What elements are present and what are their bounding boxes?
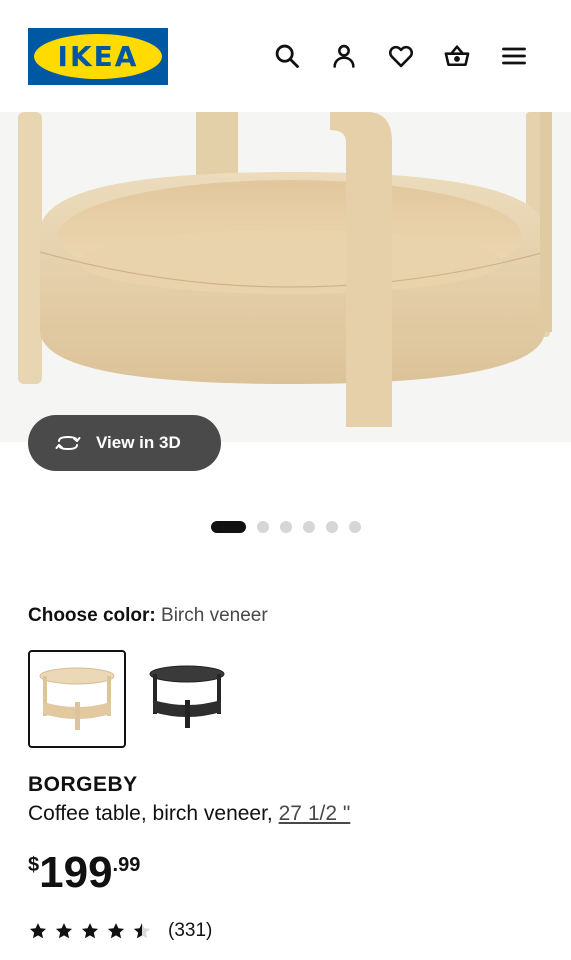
choose-color-heading: Choose color: bbox=[28, 605, 156, 626]
image-carousel-indicator bbox=[211, 521, 361, 533]
basket-icon[interactable] bbox=[441, 40, 473, 72]
heart-icon[interactable] bbox=[385, 40, 417, 72]
star-full-icon bbox=[81, 923, 99, 939]
carousel-dot[interactable] bbox=[303, 521, 315, 533]
carousel-dot-active[interactable] bbox=[211, 521, 246, 533]
price-decimal: .99 bbox=[112, 854, 141, 876]
price-currency: $ bbox=[28, 854, 40, 876]
site-header: IKEA bbox=[0, 0, 571, 112]
product-rating[interactable]: (331) bbox=[28, 920, 212, 942]
view-in-3d-label: View in 3D bbox=[96, 433, 181, 452]
rotate-3d-icon bbox=[55, 436, 81, 450]
review-count[interactable]: (331) bbox=[168, 920, 212, 942]
coffee-table-illustration bbox=[18, 112, 552, 427]
ikea-logo[interactable]: IKEA bbox=[28, 28, 168, 85]
color-swatch-birch[interactable] bbox=[28, 650, 126, 748]
carousel-dot[interactable] bbox=[257, 521, 269, 533]
star-full-icon bbox=[29, 923, 47, 939]
birch-table-thumbnail bbox=[39, 667, 115, 730]
logo-ellipse: IKEA bbox=[34, 34, 162, 79]
logo-text: IKEA bbox=[57, 40, 139, 73]
star-half-icon bbox=[133, 923, 151, 939]
product-description: Coffee table, birch veneer, 27 1/2 " bbox=[28, 802, 350, 826]
product-size-link[interactable]: 27 1/2 " bbox=[279, 802, 351, 825]
price-integer: 199 bbox=[39, 848, 113, 897]
product-image[interactable] bbox=[0, 112, 571, 442]
color-chooser-label: Choose color: Birch veneer bbox=[28, 605, 268, 627]
carousel-dot[interactable] bbox=[326, 521, 338, 533]
star-full-icon bbox=[107, 923, 125, 939]
product-price: $ 199 .99 bbox=[28, 846, 140, 900]
product-description-text: Coffee table, birch veneer, bbox=[28, 802, 273, 825]
carousel-dot[interactable] bbox=[349, 521, 361, 533]
color-swatch-black[interactable] bbox=[140, 650, 238, 748]
star-full-icon bbox=[55, 923, 73, 939]
account-icon[interactable] bbox=[328, 40, 360, 72]
black-table-thumbnail bbox=[149, 665, 225, 728]
menu-icon[interactable] bbox=[498, 40, 530, 72]
selected-color-value: Birch veneer bbox=[161, 605, 268, 626]
search-icon[interactable] bbox=[271, 40, 303, 72]
product-name: BORGEBY bbox=[28, 773, 138, 796]
carousel-dot[interactable] bbox=[280, 521, 292, 533]
view-in-3d-button[interactable]: View in 3D bbox=[28, 415, 221, 471]
